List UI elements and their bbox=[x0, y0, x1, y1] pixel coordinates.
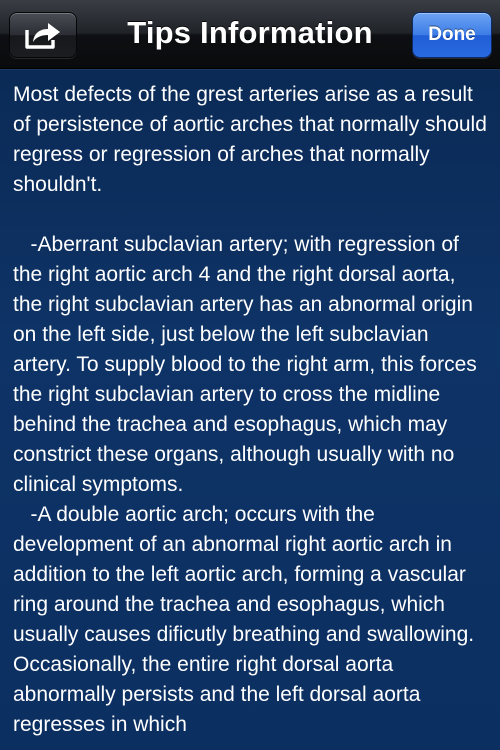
page-title: Tips Information bbox=[127, 15, 373, 50]
double-aortic-arch-paragraph: -A double aortic arch; occurs with the d… bbox=[13, 503, 480, 736]
share-button[interactable] bbox=[9, 12, 77, 58]
share-icon bbox=[25, 23, 60, 49]
done-button[interactable]: Done bbox=[412, 12, 492, 58]
tips-text-area: Most defects of the grest arteries arise… bbox=[13, 80, 487, 740]
intro-paragraph: Most defects of the grest arteries arise… bbox=[13, 83, 493, 196]
navigation-bar: Tips Information Done bbox=[0, 0, 500, 69]
tips-information-screen: Tips Information Done Most defects of th… bbox=[0, 0, 500, 750]
aberrant-subclavian-paragraph: -Aberrant subclavian artery; with regres… bbox=[13, 233, 483, 496]
